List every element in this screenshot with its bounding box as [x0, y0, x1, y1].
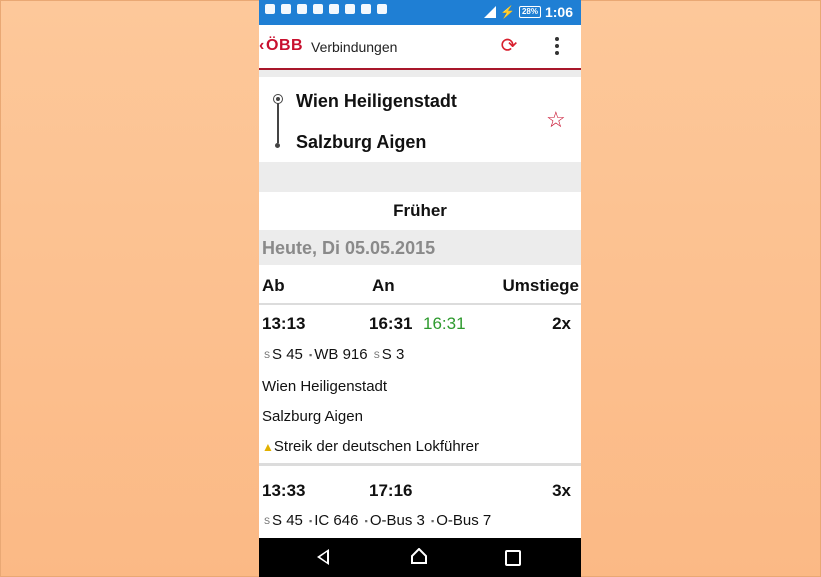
mail-icon [313, 4, 323, 14]
battery-level: 28% [518, 6, 541, 18]
refresh-icon[interactable]: ⟳ [498, 35, 520, 57]
gallery-icon [361, 4, 371, 14]
train-label: S 45 [272, 346, 303, 363]
connection-row[interactable]: 13:33 17:16 3x SS 45 ▪ IC 646 ▪ O-Bus 3 ▪ O… [259, 466, 581, 538]
android-nav-bar [259, 538, 581, 577]
charging-icon: ⚡ [500, 5, 515, 19]
column-header: Ab An Umstiege [259, 265, 581, 305]
app-bar: ‹ ÖBB Verbindungen ⟳ [259, 25, 581, 70]
departure-time: 13:13 [262, 314, 306, 333]
train-label: IC 646 [314, 512, 359, 529]
overflow-menu-icon[interactable] [552, 34, 562, 58]
divider [259, 162, 581, 192]
nav-back-icon[interactable] [317, 549, 329, 565]
route-to: Salzburg Aigen [296, 132, 427, 152]
warning-text: Streik der deutschen Lokführer [273, 438, 480, 455]
arrival-time: 17:16 [369, 481, 413, 500]
col-changes: Umstiege [502, 276, 579, 295]
route-line-icon [273, 94, 283, 149]
star-outline-icon[interactable]: ☆ [546, 107, 566, 133]
train-label: WB 916 [314, 346, 368, 363]
route-card[interactable]: Wien Heiligenstadt Salzburg Aigen ☆ [259, 77, 581, 162]
disruption-notice: ▲Streik der deutschen Lokführer [262, 438, 479, 455]
s-bahn-icon: S [373, 350, 380, 361]
signal-icon [484, 6, 496, 18]
nav-home-icon[interactable] [411, 548, 427, 564]
location-icon [329, 4, 339, 14]
train-label: O-Bus 3 [369, 512, 425, 529]
phone-screen: ⚡ 28% 1:06 ‹ ÖBB Verbindungen ⟳ Wien Hei… [259, 0, 581, 577]
col-departure: Ab [262, 276, 285, 295]
col-arrival: An [372, 276, 395, 295]
app-title: Verbindungen [311, 39, 398, 55]
nav-recents-icon[interactable] [505, 550, 521, 566]
train-label: O-Bus 7 [436, 512, 492, 529]
s-bahn-icon: S [264, 350, 271, 361]
image-icon [281, 4, 291, 14]
earlier-button[interactable]: Früher [259, 192, 581, 230]
usb-icon [265, 4, 275, 14]
notification-icons [265, 4, 387, 14]
changes-count: 3x [552, 481, 571, 500]
status-bar: ⚡ 28% 1:06 [259, 0, 581, 25]
arrival-time: 16:31 [369, 314, 413, 333]
route-from: Wien Heiligenstadt [296, 91, 457, 111]
obb-logo: ÖBB [266, 37, 304, 54]
changes-count: 2x [552, 314, 571, 333]
chrome-icon [297, 4, 307, 14]
train-label: S 45 [272, 512, 303, 529]
download-icon [377, 4, 387, 14]
train-icon: ▪ [309, 350, 313, 361]
bus-icon: ▪ [364, 516, 368, 527]
connection-row[interactable]: 13:13 16:31 16:31 2x SS 45 ▪ WB 916 SS 3 … [259, 305, 581, 466]
back-chevron-icon[interactable]: ‹ [259, 37, 264, 55]
divider [259, 70, 581, 77]
train-label: S 3 [381, 346, 405, 363]
s-bahn-icon: S [264, 516, 271, 527]
departure-time: 13:33 [262, 481, 306, 500]
status-right: ⚡ 28% 1:06 [484, 4, 573, 20]
connection-from: Wien Heiligenstadt [262, 378, 388, 395]
date-header: Heute, Di 05.05.2015 [259, 230, 581, 265]
date-label: Heute, Di 05.05.2015 [262, 238, 436, 258]
bus-icon: ▪ [431, 516, 435, 527]
clock: 1:06 [544, 4, 573, 20]
warning-triangle-icon: ▲ [262, 440, 274, 454]
warning-icon [345, 4, 355, 14]
train-icon: ▪ [309, 516, 313, 527]
train-list: SS 45 ▪ WB 916 SS 3 [262, 346, 404, 363]
connection-to: Salzburg Aigen [262, 408, 363, 425]
arrival-realtime: 16:31 [423, 314, 466, 333]
train-list: SS 45 ▪ IC 646 ▪ O-Bus 3 ▪ O-Bus 7 [262, 512, 491, 529]
